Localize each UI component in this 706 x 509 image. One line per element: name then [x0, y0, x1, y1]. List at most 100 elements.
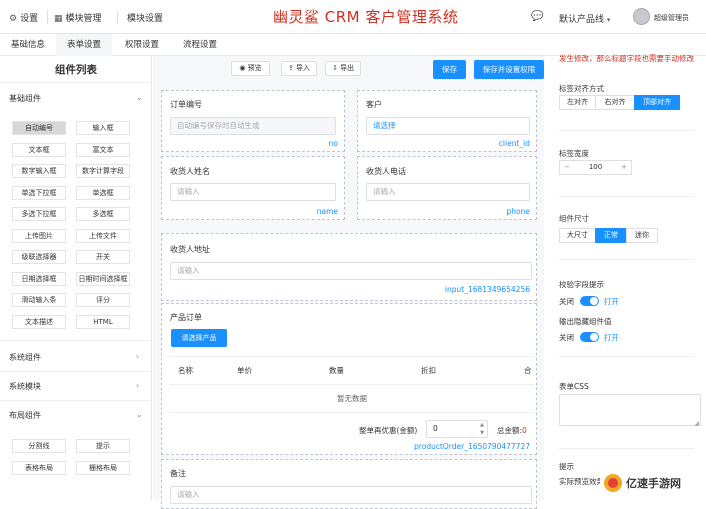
component-item[interactable]: 单选下拉框: [12, 186, 66, 200]
select-product-button[interactable]: 请选择产品: [171, 329, 227, 347]
label-width-stepper[interactable]: − 100 +: [559, 160, 632, 175]
align-left-option[interactable]: 左对齐: [559, 95, 596, 110]
upload-icon: ⇪: [287, 64, 294, 72]
component-item[interactable]: 富文本: [76, 143, 130, 157]
divider: [0, 82, 152, 83]
column-header: 单价: [237, 366, 252, 375]
tab-flow-settings[interactable]: 流程设置: [172, 34, 228, 56]
resize-handle-icon[interactable]: ◢: [694, 420, 699, 427]
field-key: phone: [506, 207, 530, 216]
component-item[interactable]: 提示: [76, 439, 130, 453]
divider: [0, 371, 152, 372]
size-mini-option[interactable]: 迷你: [626, 228, 658, 243]
export-button[interactable]: ⇩ 导出: [325, 61, 361, 76]
module-mgmt-link[interactable]: ▦ 模块管理: [54, 11, 102, 24]
chat-icon[interactable]: 💬: [531, 11, 543, 22]
component-item[interactable]: 上传图片: [12, 229, 66, 243]
component-item[interactable]: HTML: [76, 315, 130, 329]
plus-icon[interactable]: +: [621, 161, 627, 174]
label-width-label: 标签宽度: [559, 149, 589, 158]
watermark-logo: 亿速手游网: [600, 470, 702, 496]
label-width-value[interactable]: 100: [589, 163, 602, 171]
component-item[interactable]: 文本描述: [12, 315, 66, 329]
component-item[interactable]: 上传文件: [76, 229, 130, 243]
align-top-option[interactable]: 顶部对齐: [634, 95, 680, 110]
product-line-select[interactable]: 默认产品线 ▾: [559, 12, 610, 25]
form-canvas: ◉ 预览 ⇪ 导入 ⇩ 导出 保存 保存并设置权限 订单编号 自动编号保存时自动…: [153, 56, 544, 509]
chevron-right-icon[interactable]: ›: [136, 381, 139, 390]
column-header: 折扣: [421, 366, 436, 375]
validate-hint-label: 校验字段提示: [559, 280, 604, 289]
field-receiver-address[interactable]: 收货人地址 请输入 input_1681349654256: [161, 233, 537, 301]
component-item[interactable]: 表格布局: [12, 461, 66, 475]
field-order-no[interactable]: 订单编号 自动编号保存时自动生成 no: [161, 90, 345, 152]
chevron-down-icon[interactable]: ⌄: [136, 410, 143, 419]
output-hidden-toggle[interactable]: [580, 332, 599, 342]
discount-stepper[interactable]: 0 ▲ ▼: [426, 420, 488, 438]
preview-button[interactable]: ◉ 预览: [231, 61, 270, 76]
section-system-components[interactable]: 系统组件: [9, 352, 41, 363]
component-item[interactable]: 多选框: [76, 207, 130, 221]
import-button[interactable]: ⇪ 导入: [281, 61, 317, 76]
avatar[interactable]: [633, 8, 650, 25]
warning-text: 发生修改，那么标题字段也需要手动修改: [559, 54, 694, 63]
divider: [0, 400, 152, 401]
receiver-address-input[interactable]: 请输入: [170, 262, 532, 280]
order-no-input[interactable]: 自动编号保存时自动生成: [170, 117, 336, 135]
receiver-name-input[interactable]: 请输入: [170, 183, 336, 201]
user-name[interactable]: 超级管理员: [654, 13, 689, 23]
component-item[interactable]: 数字计算字段: [76, 164, 130, 178]
form-css-textarea[interactable]: ◢: [559, 394, 701, 427]
component-item[interactable]: 滑动输入条: [12, 293, 66, 307]
field-receiver-name[interactable]: 收货人姓名 请输入 name: [161, 156, 345, 220]
component-item[interactable]: 输入框: [76, 121, 130, 135]
field-key: no: [328, 139, 338, 148]
customer-select[interactable]: 请选择: [366, 117, 530, 135]
minus-icon[interactable]: −: [564, 161, 570, 174]
component-size-label: 组件尺寸: [559, 214, 589, 223]
section-basic-components[interactable]: 基础组件: [9, 93, 41, 104]
chevron-right-icon[interactable]: ›: [136, 352, 139, 361]
divider: [559, 356, 694, 357]
stepper-arrows-icon[interactable]: ▲ ▼: [480, 421, 484, 437]
field-label: 收货人地址: [170, 245, 210, 254]
validate-hint-toggle[interactable]: [580, 296, 599, 306]
component-item[interactable]: 多选下拉框: [12, 207, 66, 221]
settings-link[interactable]: ⚙ 设置: [9, 11, 38, 24]
total-label: 总金额:0: [497, 425, 527, 436]
receiver-phone-input[interactable]: 请输入: [366, 183, 530, 201]
save-and-set-permission-button[interactable]: 保存并设置权限: [474, 60, 544, 79]
field-remark[interactable]: 备注 请输入: [161, 459, 537, 509]
component-item[interactable]: 级联选择器: [12, 250, 66, 264]
tab-basic-info[interactable]: 基础信息: [0, 34, 56, 56]
field-product-order[interactable]: 产品订单 请选择产品 名称 单价 数量 折扣 合 暂无数据 整单再优惠(金额) …: [161, 303, 537, 455]
field-label: 客户: [366, 100, 382, 109]
component-item[interactable]: 开关: [76, 250, 130, 264]
align-right-option[interactable]: 右对齐: [595, 95, 635, 110]
component-item[interactable]: 分割线: [12, 439, 66, 453]
tab-permission-settings[interactable]: 权限设置: [112, 34, 172, 56]
size-large-option[interactable]: 大尺寸: [559, 228, 596, 243]
field-receiver-phone[interactable]: 收货人电话 请输入 phone: [357, 156, 537, 220]
tab-form-settings[interactable]: 表单设置: [56, 34, 112, 56]
section-system-modules[interactable]: 系统模块: [9, 381, 41, 392]
component-item[interactable]: 单选框: [76, 186, 130, 200]
component-item[interactable]: 文本框: [12, 143, 66, 157]
field-key: productOrder_1650790477727: [414, 442, 530, 451]
component-item[interactable]: 自动编号: [12, 121, 66, 135]
component-item[interactable]: 日期时间选择框: [76, 272, 130, 286]
chevron-down-icon[interactable]: ⌄: [136, 93, 143, 102]
save-button[interactable]: 保存: [433, 60, 466, 79]
section-layout-components[interactable]: 布局组件: [9, 410, 41, 421]
component-item[interactable]: 栅格布局: [76, 461, 130, 475]
remark-input[interactable]: 请输入: [170, 486, 532, 504]
divider: [559, 259, 694, 260]
component-item[interactable]: 日期选择框: [12, 272, 66, 286]
size-normal-option[interactable]: 正常: [595, 228, 627, 243]
total-value: 0: [522, 426, 527, 435]
component-item[interactable]: 数字输入框: [12, 164, 66, 178]
component-item[interactable]: 评分: [76, 293, 130, 307]
field-customer[interactable]: 客户 请选择 client_id: [357, 90, 537, 152]
field-label: 收货人姓名: [170, 167, 210, 176]
table-border: [170, 412, 534, 413]
